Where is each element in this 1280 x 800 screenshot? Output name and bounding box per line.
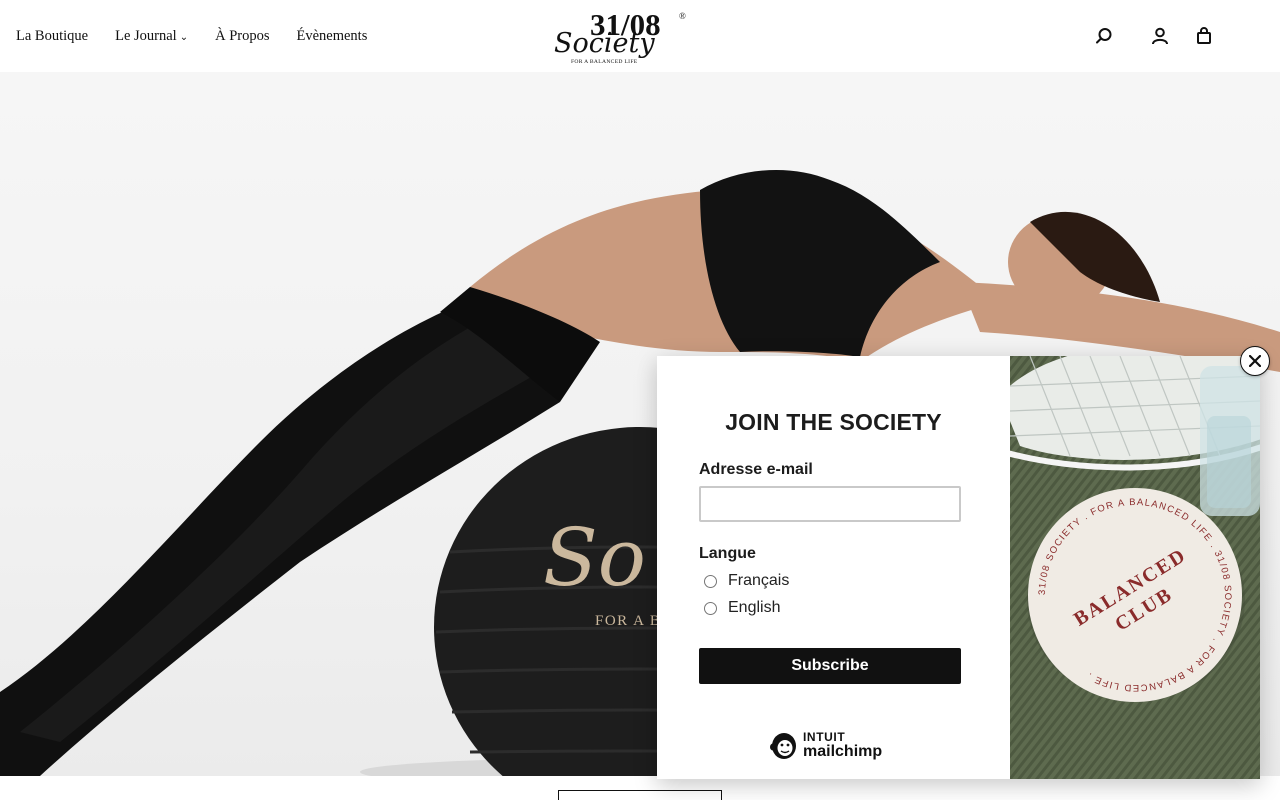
radio-button[interactable] (704, 601, 717, 615)
mailchimp-brand-text: mailchimp (803, 742, 883, 760)
hero-cta-button[interactable] (558, 790, 722, 800)
language-option-label: English (728, 599, 781, 616)
glass-water (1207, 416, 1251, 508)
close-icon (1249, 355, 1261, 367)
chevron-down-icon: ⌄ (179, 31, 189, 43)
account-icon[interactable] (1148, 24, 1172, 48)
logo-wordmark: Society (554, 28, 655, 59)
nav-le-journal-label: Le Journal (115, 27, 177, 44)
ball-logo-script: So (543, 511, 646, 604)
mailchimp-logo-icon (770, 733, 796, 759)
cart-icon[interactable] (1192, 24, 1216, 48)
language-option-francais[interactable]: Français (704, 572, 789, 590)
newsletter-popup: JOIN THE SOCIETY Adresse e-mail Langue F… (657, 356, 1260, 779)
email-field[interactable] (699, 486, 961, 522)
logo-registered-mark: ® (679, 11, 686, 21)
nav-la-boutique[interactable]: La Boutique (16, 28, 88, 45)
popup-title: JOIN THE SOCIETY (725, 409, 942, 435)
mailchimp-badge[interactable]: INTUIT mailchimp (769, 729, 882, 761)
signup-form: JOIN THE SOCIETY Adresse e-mail Langue F… (657, 356, 1010, 779)
language-label: Langue (699, 545, 756, 562)
nav-le-journal[interactable]: Le Journal ⌄ (115, 28, 188, 45)
radio-button[interactable] (704, 574, 717, 588)
email-label: Adresse e-mail (699, 461, 813, 478)
site-logo[interactable]: 31/08 ® Society FOR A BALANCED LIFE (548, 4, 694, 68)
logo-tagline: FOR A BALANCED LIFE (571, 59, 638, 65)
nav-a-propos[interactable]: À Propos (215, 28, 269, 45)
ball-logo-tagline: FOR A B (595, 613, 661, 629)
popup-photo: 31/08 SOCIETY . FOR A BALANCED LIFE . 31… (1010, 356, 1260, 779)
main-nav: La Boutique Le Journal ⌄ À Propos Évènem… (16, 0, 394, 72)
search-icon[interactable] (1092, 24, 1116, 48)
subscribe-button[interactable]: Subscribe (699, 648, 961, 684)
language-option-english[interactable]: English (704, 599, 780, 617)
coaster-photo: 31/08 SOCIETY . FOR A BALANCED LIFE . 31… (1010, 356, 1260, 779)
nav-evenements[interactable]: Évènements (296, 28, 367, 45)
close-popup-button[interactable] (1240, 346, 1270, 376)
mailchimp-intuit-text: INTUIT (803, 729, 846, 744)
language-option-label: Français (728, 572, 790, 589)
logo-graphic: 31/08 ® Society FOR A BALANCED LIFE (554, 7, 686, 65)
header-icons (1092, 24, 1216, 48)
site-header: La Boutique Le Journal ⌄ À Propos Évènem… (0, 0, 1280, 72)
